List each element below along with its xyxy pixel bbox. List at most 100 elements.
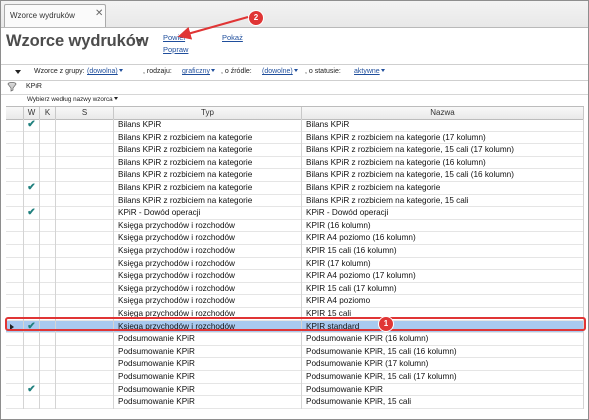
cell-nazwa[interactable]: Podsumowanie KPiR, 15 cali [302,396,584,409]
cell-s[interactable] [56,232,114,245]
cell-typ[interactable]: Bilans KPiR z rozbiciem na kategorie [114,144,302,157]
cell-w[interactable] [24,219,40,233]
cell-typ[interactable]: Księga przychodów i rozchodów [114,219,302,233]
cell-nazwa[interactable]: Bilans KPiR z rozbiciem na kategorie, 15… [302,144,584,157]
table-row[interactable]: Bilans KPiR z rozbiciem na kategorie Bila… [6,156,584,170]
cell-nazwa[interactable]: Podsumowanie KPiR (17 kolumn) [302,358,584,371]
cell-k[interactable] [40,219,56,233]
cell-w[interactable] [24,144,40,157]
column-header-w[interactable]: W [24,107,40,119]
cell-w[interactable] [24,282,40,296]
cell-w[interactable] [24,396,40,409]
cell-k[interactable] [40,144,56,157]
table-row[interactable]: Księga przychodów i rozchodów KPIR A4 poz… [6,232,584,245]
pokaz-link[interactable]: Pokaż [222,33,243,42]
table-row[interactable]: Księga przychodów i rozchodów KPIR 15 cal… [6,308,584,321]
table-row[interactable]: Bilans KPiR z rozbiciem na kategorie Bila… [6,144,584,157]
row-indicator-cell[interactable] [6,207,24,220]
source-filter-dropdown[interactable]: (dowolne) [262,68,298,75]
cell-typ[interactable]: KPiR - Dowód operacji [114,207,302,220]
cell-k[interactable] [40,182,56,195]
kind-filter-dropdown[interactable]: graficzny [182,68,216,75]
cell-w[interactable]: ✔ [24,207,40,220]
table-row[interactable]: Bilans KPiR z rozbiciem na kategorie Bila… [6,131,584,145]
cell-w[interactable] [24,194,40,208]
cell-s[interactable] [56,345,114,359]
cell-s[interactable] [56,131,114,145]
row-indicator-cell[interactable] [6,194,24,208]
table-row[interactable]: Księga przychodów i rozchodów KPIR (17 ko… [6,257,584,271]
row-indicator-cell[interactable] [6,257,24,271]
table-row[interactable]: Księga przychodów i rozchodów KPIR 15 cal… [6,282,584,296]
cell-typ[interactable]: Księga przychodów i rozchodów [114,308,302,321]
chevron-down-icon[interactable] [137,39,143,43]
cell-w[interactable] [24,245,40,258]
cell-k[interactable] [40,333,56,346]
column-header-k[interactable]: K [40,107,56,119]
cell-k[interactable] [40,358,56,371]
cell-typ[interactable]: Księga przychodów i rozchodów [114,257,302,271]
row-indicator-cell[interactable] [6,383,24,397]
cell-typ[interactable]: Bilans KPiR z rozbiciem na kategorie [114,182,302,195]
cell-nazwa[interactable]: Bilans KPiR z rozbiciem na kategorie (17… [302,131,584,145]
table-row[interactable]: Bilans KPiR z rozbiciem na kategorie Bila… [6,194,584,208]
cell-s[interactable] [56,182,114,195]
cell-nazwa[interactable]: Bilans KPiR z rozbiciem na kategorie (16… [302,156,584,170]
cell-nazwa[interactable]: Podsumowanie KPiR, 15 cali (16 kolumn) [302,345,584,359]
row-indicator-cell[interactable] [6,182,24,195]
row-indicator-cell[interactable] [6,169,24,182]
cell-nazwa[interactable]: KPIR (17 kolumn) [302,257,584,271]
table-row[interactable]: ✔ KPiR - Dowód operacji KPiR - Dowód opera… [6,207,584,220]
cell-w[interactable] [24,257,40,271]
close-icon[interactable]: ✕ [95,8,103,19]
column-header-typ[interactable]: Typ [114,107,302,119]
cell-s[interactable] [56,270,114,283]
cell-nazwa[interactable]: KPIR A4 poziomo [302,295,584,308]
row-indicator-cell[interactable] [6,119,24,132]
cell-nazwa[interactable]: KPIR (16 kolumn) [302,219,584,233]
column-header-nazwa[interactable]: Nazwa [302,107,584,119]
cell-k[interactable] [40,383,56,397]
table-row[interactable]: Księga przychodów i rozchodów KPIR A4 poz… [6,295,584,308]
tab-wzorce-wydrukow[interactable]: Wzorce wydruków ✕ [4,4,106,27]
cell-k[interactable] [40,320,56,334]
row-indicator-cell[interactable] [6,308,24,321]
cell-k[interactable] [40,282,56,296]
cell-nazwa[interactable]: Bilans KPiR z rozbiciem na kategorie, 15… [302,194,584,208]
table-row[interactable]: Podsumowanie KPiR Podsumowanie KPiR (17 k… [6,358,584,371]
cell-nazwa[interactable]: Podsumowanie KPiR, 15 cali (17 kolumn) [302,371,584,384]
cell-w[interactable] [24,333,40,346]
row-indicator-cell[interactable] [6,295,24,308]
cell-typ[interactable]: Księga przychodów i rozchodów [114,245,302,258]
cell-nazwa[interactable]: Bilans KPiR z rozbiciem na kategorie, 15… [302,169,584,182]
table-row[interactable]: ✔ Bilans KPiR z rozbiciem na kategorie Bil… [6,182,584,195]
cell-s[interactable] [56,207,114,220]
cell-nazwa[interactable]: KPIR 15 cali (16 kolumn) [302,245,584,258]
cell-k[interactable] [40,270,56,283]
row-indicator-cell[interactable] [6,131,24,145]
cell-s[interactable] [56,333,114,346]
collapse-filter-icon[interactable] [15,70,21,74]
row-indicator-cell[interactable] [6,282,24,296]
table-row[interactable]: ✔ Podsumowanie KPiR Podsumowanie KPiR [6,383,584,397]
cell-w[interactable] [24,358,40,371]
cell-nazwa[interactable]: KPIR A4 poziomo (17 kolumn) [302,270,584,283]
cell-nazwa[interactable]: KPiR - Dowód operacji [302,207,584,220]
row-indicator-cell[interactable] [6,156,24,170]
table-row[interactable]: Podsumowanie KPiR Podsumowanie KPiR, 15 c… [6,396,584,409]
cell-typ[interactable]: Księga przychodów i rozchodów [114,295,302,308]
cell-s[interactable] [56,371,114,384]
search-input[interactable] [26,82,581,91]
row-indicator-cell[interactable] [6,245,24,258]
cell-w[interactable] [24,131,40,145]
cell-k[interactable] [40,245,56,258]
row-indicator-cell[interactable] [6,144,24,157]
sort-dropdown[interactable]: Wybierz według nazwy wzorca [27,96,118,103]
cell-k[interactable] [40,308,56,321]
cell-typ[interactable]: Podsumowanie KPiR [114,358,302,371]
cell-typ[interactable]: Podsumowanie KPiR [114,333,302,346]
cell-w[interactable]: ✔ [24,182,40,195]
cell-typ[interactable]: Bilans KPiR z rozbiciem na kategorie [114,131,302,145]
cell-typ[interactable]: Bilans KPiR z rozbiciem na kategorie [114,194,302,208]
popraw-link[interactable]: Popraw [163,45,188,54]
